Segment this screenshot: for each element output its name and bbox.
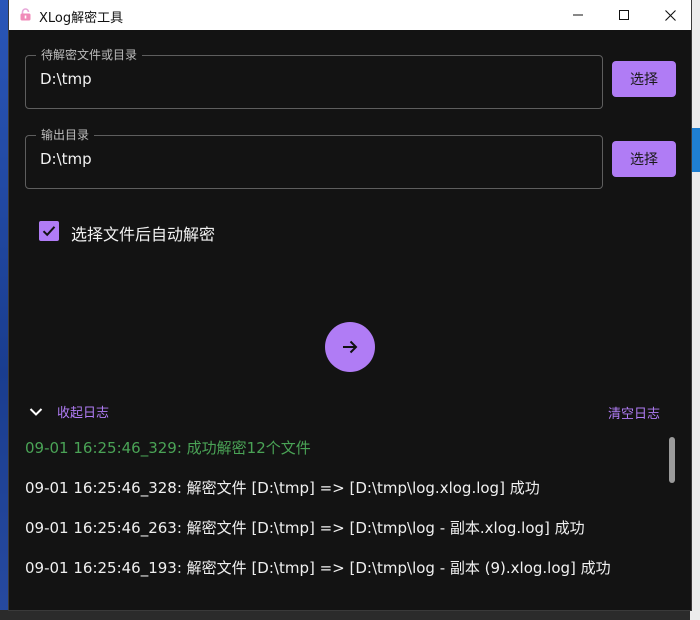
select-output-button[interactable]: 选择 xyxy=(612,141,676,177)
output-path-input[interactable] xyxy=(40,150,580,168)
input-path-field: 待解密文件或目录 xyxy=(25,47,603,109)
window-title: XLog解密工具 xyxy=(39,11,124,26)
log-line: 09-01 16:25:46_328: 解密文件 [D:\tmp] => [D:… xyxy=(25,479,540,497)
collapse-log-toggle[interactable]: 收起日志 xyxy=(29,402,109,421)
log-line: 09-01 16:25:46_263: 解密文件 [D:\tmp] => [D:… xyxy=(25,519,585,537)
minimize-button[interactable] xyxy=(555,0,601,30)
checkmark-icon xyxy=(42,226,56,237)
close-button[interactable] xyxy=(647,0,691,30)
app-window: XLog解密工具 待解密文件或目录 选择 输出目录 选择 选择文件后自动解密 收… xyxy=(8,0,692,611)
taskbar-edge xyxy=(0,610,700,620)
collapse-log-label: 收起日志 xyxy=(57,406,110,421)
log-line: 09-01 16:25:46_329: 成功解密12个文件 xyxy=(25,439,311,457)
input-path-input[interactable] xyxy=(40,70,580,88)
output-path-label: 输出目录 xyxy=(36,127,95,143)
lock-icon xyxy=(20,8,31,21)
auto-decrypt-checkbox[interactable] xyxy=(39,221,59,241)
maximize-icon xyxy=(619,10,629,20)
input-path-label: 待解密文件或目录 xyxy=(36,47,143,63)
start-decrypt-button[interactable] xyxy=(325,322,375,372)
arrow-right-icon xyxy=(343,340,358,354)
select-input-button[interactable]: 选择 xyxy=(612,61,676,97)
clear-log-button[interactable]: 清空日志 xyxy=(608,403,660,422)
title-bar[interactable]: XLog解密工具 xyxy=(9,0,691,30)
maximize-button[interactable] xyxy=(601,0,647,30)
minimize-icon xyxy=(573,14,583,16)
output-path-field: 输出目录 xyxy=(25,127,603,189)
chevron-down-icon xyxy=(29,407,43,416)
close-icon xyxy=(664,9,676,21)
auto-decrypt-label[interactable]: 选择文件后自动解密 xyxy=(71,221,215,245)
log-scrollbar[interactable] xyxy=(669,437,675,483)
log-line: 09-01 16:25:46_193: 解密文件 [D:\tmp] => [D:… xyxy=(25,559,611,577)
